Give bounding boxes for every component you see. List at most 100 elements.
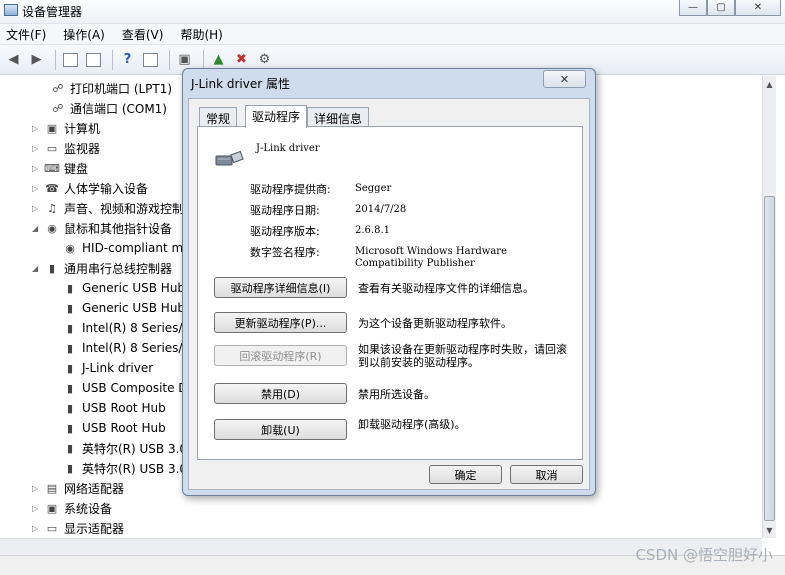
- minimize-button[interactable]: —: [679, 0, 707, 16]
- usb-icon: ▮: [66, 361, 74, 375]
- tree-item[interactable]: ▷ ▭ 监视器: [32, 138, 100, 158]
- toolbar-divider: [55, 49, 56, 70]
- tree-item-label: 鼠标和其他指针设备: [64, 221, 173, 236]
- tree-item[interactable]: ▷ ▤ 网络适配器: [32, 478, 124, 498]
- dialog-close-button[interactable]: ✕: [543, 70, 586, 88]
- tree-item[interactable]: ☍ 打印机端口 (LPT1): [50, 78, 172, 98]
- forward-arrow-icon[interactable]: ▶: [27, 50, 46, 69]
- tree-item[interactable]: ▷ ☎ 人体学输入设备: [32, 178, 148, 198]
- tree-item[interactable]: ▷ ♫ 声音、视频和游戏控制: [32, 198, 184, 218]
- rollback-driver-button[interactable]: 回滚驱动程序(R): [214, 345, 347, 366]
- tree-item-label: 网络适配器: [64, 481, 125, 496]
- usb-icon: ▮: [66, 281, 74, 295]
- tree-item-label: Generic USB Hub: [82, 301, 186, 315]
- menu-help[interactable]: 帮助(H): [180, 26, 222, 43]
- tree-item-label: USB Root Hub: [82, 421, 166, 435]
- maximize-button[interactable]: ▢: [707, 0, 735, 16]
- tree-item[interactable]: ▮ Generic USB Hub: [62, 278, 185, 298]
- tree-item-label: 打印机端口 (LPT1): [70, 81, 173, 96]
- usb-icon: ▮: [66, 401, 74, 415]
- tree-item[interactable]: ▷ ▭ 显示适配器: [32, 518, 124, 538]
- usb-icon: ▮: [66, 441, 74, 455]
- driver-date-label: 驱动程序日期:: [250, 204, 320, 217]
- tree-item[interactable]: ▮ 英特尔(R) USB 3.0: [62, 458, 187, 478]
- port-icon: ☍: [52, 101, 64, 115]
- monitor-icon: ▭: [46, 141, 58, 155]
- expand-arrow-icon[interactable]: ▷: [32, 144, 42, 153]
- tree-item-label: 英特尔(R) USB 3.0: [82, 441, 188, 456]
- tree-item[interactable]: ◢ ▮ 通用串行总线控制器: [32, 258, 172, 278]
- disable-button[interactable]: 禁用(D): [214, 383, 347, 404]
- disable-desc: 禁用所选设备。: [358, 388, 435, 401]
- tree-item[interactable]: ▮ 英特尔(R) USB 3.0: [62, 438, 187, 458]
- properties-view-icon[interactable]: [61, 50, 80, 69]
- back-arrow-icon[interactable]: ◀: [4, 50, 23, 69]
- tree-item[interactable]: ▮ J-Link driver: [62, 358, 153, 378]
- window-titlebar: 设备管理器 — ▢ ✕: [0, 0, 785, 24]
- display-icon: ▭: [46, 521, 58, 535]
- rollback-driver-desc: 如果该设备在更新驱动程序时失败，请回滚到以前安装的驱动程序。: [358, 343, 567, 369]
- mouse-icon: ◉: [65, 241, 75, 255]
- uninstall-device-icon[interactable]: ⚙: [255, 50, 274, 69]
- tree-item-label: 监视器: [64, 141, 101, 156]
- tree-item-label: 声音、视频和游戏控制: [64, 201, 185, 216]
- ok-button[interactable]: 确定: [429, 465, 502, 484]
- driver-details-desc: 查看有关驱动程序文件的详细信息。: [358, 282, 534, 295]
- driver-name: J-Link driver: [256, 143, 320, 154]
- tree-item[interactable]: ▮ Intel(R) 8 Series/(: [62, 318, 187, 338]
- tree-item[interactable]: ◉ HID-compliant m: [62, 238, 183, 258]
- expand-arrow-icon[interactable]: ▷: [32, 484, 42, 493]
- expand-arrow-icon[interactable]: ▷: [32, 164, 42, 173]
- device-list-icon[interactable]: [84, 50, 103, 69]
- tree-item[interactable]: ▷ ▣ 系统设备: [32, 498, 112, 518]
- scan-hardware-icon[interactable]: ▣: [175, 50, 194, 69]
- disable-device-icon[interactable]: ✖: [232, 50, 251, 69]
- expand-arrow-icon[interactable]: ▷: [32, 204, 42, 213]
- close-button[interactable]: ✕: [735, 0, 781, 16]
- tab-details[interactable]: 详细信息: [307, 107, 370, 127]
- scroll-down-icon[interactable]: ▼: [763, 522, 776, 538]
- tree-item-label: Intel(R) 8 Series/(: [82, 321, 188, 335]
- tree-item[interactable]: ▮ Generic USB Hub: [62, 298, 185, 318]
- tree-item[interactable]: ◢ ◉ 鼠标和其他指针设备: [32, 218, 172, 238]
- tree-item-label: Intel(R) 8 Series/(: [82, 341, 188, 355]
- tree-item-label: 人体学输入设备: [64, 181, 149, 196]
- tree-item[interactable]: ▮ USB Root Hub: [62, 398, 166, 418]
- uninstall-desc: 卸载驱动程序(高级)。: [358, 418, 466, 431]
- collapse-arrow-icon[interactable]: ◢: [32, 224, 42, 233]
- driver-provider-value: Segger: [355, 183, 392, 194]
- tree-item[interactable]: ▷ ▣ 计算机: [32, 118, 100, 138]
- update-driver-button[interactable]: 更新驱动程序(P)...: [214, 312, 347, 333]
- menu-action[interactable]: 操作(A): [63, 26, 105, 43]
- driver-details-button[interactable]: 驱动程序详细信息(I): [214, 277, 347, 298]
- usb-icon: ▮: [66, 321, 74, 335]
- tab-driver[interactable]: 驱动程序: [245, 105, 308, 128]
- expand-arrow-icon[interactable]: ▷: [32, 504, 42, 513]
- tree-item[interactable]: ▮ USB Composite D: [62, 378, 188, 398]
- tree-item[interactable]: ▷ ⌨ 键盘: [32, 158, 88, 178]
- device-list-icon[interactable]: [141, 50, 160, 69]
- expand-arrow-icon[interactable]: ▷: [32, 524, 42, 533]
- tree-item-label: J-Link driver: [82, 361, 154, 375]
- toolbar-divider: [169, 49, 170, 70]
- uninstall-button[interactable]: 卸载(U): [214, 419, 347, 440]
- cancel-button[interactable]: 取消: [510, 465, 583, 484]
- vertical-scrollbar[interactable]: ▲ ▼: [762, 76, 776, 538]
- menu-file[interactable]: 文件(F): [6, 26, 46, 43]
- tree-item[interactable]: ☍ 通信端口 (COM1): [50, 98, 167, 118]
- menu-view[interactable]: 查看(V): [122, 26, 164, 43]
- driver-version-value: 2.6.8.1: [355, 225, 390, 236]
- scroll-up-icon[interactable]: ▲: [763, 76, 776, 92]
- update-driver-icon[interactable]: ▲: [209, 50, 228, 69]
- collapse-arrow-icon[interactable]: ◢: [32, 264, 42, 273]
- tree-item-label: Generic USB Hub: [82, 281, 186, 295]
- scroll-thumb[interactable]: [764, 196, 775, 521]
- expand-arrow-icon[interactable]: ▷: [32, 184, 42, 193]
- tab-general[interactable]: 常规: [199, 107, 238, 127]
- tree-item-label: HID-compliant m: [82, 241, 184, 255]
- device-manager-icon: [4, 4, 18, 16]
- tree-item[interactable]: ▮ Intel(R) 8 Series/(: [62, 338, 187, 358]
- expand-arrow-icon[interactable]: ▷: [32, 124, 42, 133]
- help-icon[interactable]: ?: [118, 50, 137, 69]
- tree-item[interactable]: ▮ USB Root Hub: [62, 418, 166, 438]
